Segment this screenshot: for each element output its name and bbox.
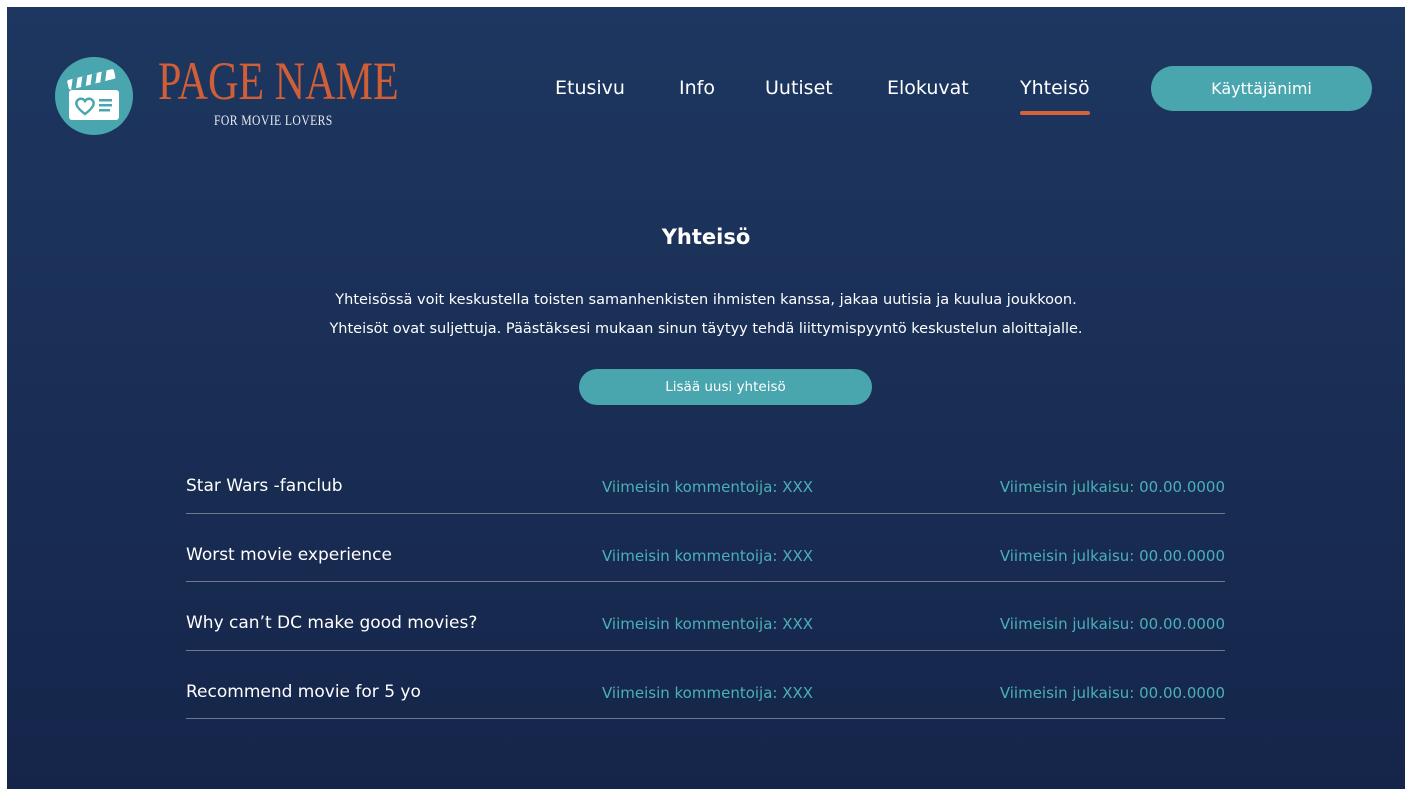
community-name: Worst movie experience — [186, 544, 392, 565]
nav-item-label: Elokuvat — [887, 77, 969, 99]
community-name: Recommend movie for 5 yo — [186, 681, 421, 702]
latest-publish-date: Viimeisin julkaisu: 00.00.0000 — [999, 546, 1225, 565]
latest-commenter: Viimeisin kommentoija: XXX — [602, 546, 814, 565]
nav-item-label: Uutiset — [765, 77, 833, 99]
community-row[interactable]: Why can’t DC make good movies? Viimeisin… — [186, 582, 1225, 651]
nav-item-info[interactable]: Info — [679, 73, 715, 103]
community-list: Star Wars -fanclub Viimeisin kommentoija… — [186, 445, 1225, 719]
latest-commenter: Viimeisin kommentoija: XXX — [602, 615, 814, 633]
nav-item-yhteiso[interactable]: Yhteisö — [1020, 73, 1090, 115]
active-nav-underline — [1020, 111, 1090, 115]
nav-item-label: Yhteisö — [1020, 77, 1090, 99]
community-row[interactable]: Star Wars -fanclub Viimeisin kommentoija… — [186, 445, 1225, 514]
page-frame: PAGE NAME FOR MOVIE LOVERS Etusivu Info … — [7, 7, 1405, 789]
logo-subtitle: FOR MOVIE LOVERS — [214, 113, 333, 129]
community-name: Why can’t DC make good movies? — [186, 613, 478, 633]
nav-item-elokuvat[interactable]: Elokuvat — [887, 73, 969, 103]
nav-item-label: Info — [679, 77, 715, 99]
latest-publish-date: Viimeisin julkaisu: 00.00.0000 — [999, 615, 1225, 633]
latest-publish-date: Viimeisin julkaisu: 00.00.0000 — [999, 478, 1225, 496]
page-description: Yhteisössä voit keskustella toisten sama… — [7, 286, 1405, 344]
description-line-2: Yhteisöt ovat suljettuja. Päästäksesi mu… — [329, 321, 1083, 337]
nav-item-etusivu[interactable]: Etusivu — [555, 73, 625, 103]
community-row[interactable]: Worst movie experience Viimeisin komment… — [186, 514, 1225, 582]
nav-item-uutiset[interactable]: Uutiset — [765, 73, 833, 103]
community-name: Star Wars -fanclub — [186, 476, 343, 496]
nav-item-label: Etusivu — [555, 77, 625, 99]
latest-commenter: Viimeisin kommentoija: XXX — [602, 683, 814, 702]
community-row[interactable]: Recommend movie for 5 yo Viimeisin komme… — [186, 651, 1225, 719]
latest-commenter: Viimeisin kommentoija: XXX — [602, 478, 814, 496]
page-title: Yhteisö — [661, 225, 751, 249]
user-account-button[interactable]: Käyttäjänimi — [1151, 66, 1372, 111]
latest-publish-date: Viimeisin julkaisu: 00.00.0000 — [999, 683, 1225, 702]
description-line-1: Yhteisössä voit keskustella toisten sama… — [335, 292, 1077, 308]
add-community-button[interactable]: Lisää uusi yhteisö — [579, 369, 872, 405]
